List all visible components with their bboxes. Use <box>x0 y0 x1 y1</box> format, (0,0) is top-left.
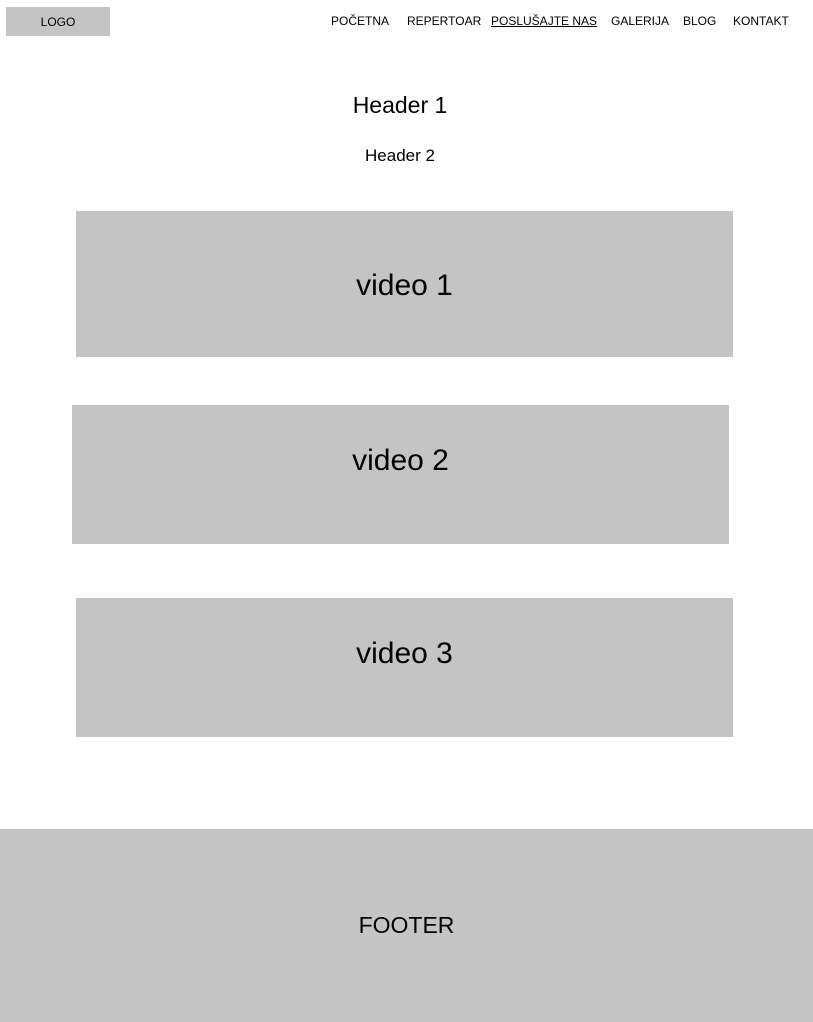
nav-item-galerija[interactable]: GALERIJA <box>611 14 669 28</box>
video-2-placeholder[interactable]: video 2 <box>72 405 729 544</box>
video-3-placeholder[interactable]: video 3 <box>76 598 733 737</box>
nav-item-blog[interactable]: BLOG <box>683 14 716 28</box>
footer-label: FOOTER <box>358 912 455 938</box>
page-title: Header 1 <box>352 92 448 118</box>
video-3-label: video 3 <box>356 637 453 670</box>
nav-item-repertoar[interactable]: REPERTOAR <box>407 14 481 28</box>
page-subtitle: Header 2 <box>365 146 435 165</box>
nav-item-kontakt[interactable]: KONTAKT <box>733 14 789 28</box>
footer: FOOTER <box>0 829 813 1022</box>
nav-item-pocetna[interactable]: POČETNA <box>331 14 389 28</box>
page: LOGO POČETNA REPERTOAR POSLUŠAJTE NAS GA… <box>0 0 813 1022</box>
video-2-label: video 2 <box>352 444 449 477</box>
main-nav: POČETNA REPERTOAR POSLUŠAJTE NAS GALERIJ… <box>0 14 813 30</box>
nav-item-poslusajte-nas[interactable]: POSLUŠAJTE NAS <box>491 14 597 28</box>
video-1-placeholder[interactable]: video 1 <box>76 211 733 357</box>
video-1-label: video 1 <box>356 269 453 302</box>
